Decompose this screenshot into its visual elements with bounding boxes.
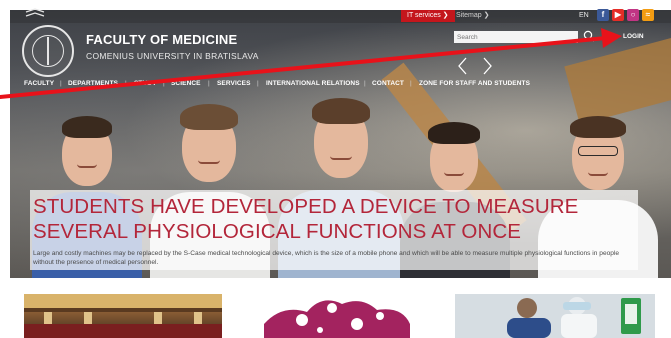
- news-thumbnail-virus[interactable]: [262, 294, 412, 338]
- login-link[interactable]: LOGIN: [623, 33, 644, 40]
- nav-separator: |: [364, 80, 366, 87]
- news-thumbnail-vaccination[interactable]: [455, 294, 655, 338]
- language-label: EN: [579, 12, 589, 19]
- nav-separator: |: [125, 80, 127, 87]
- virus-illustration: [264, 300, 410, 338]
- it-services-link[interactable]: IT services ❯: [401, 10, 455, 22]
- nav-item-services[interactable]: SERVICES: [217, 80, 251, 87]
- glasses-icon: [578, 146, 618, 156]
- nav-item-staff-students-zone[interactable]: ZONE FOR STAFF AND STUDENTS: [419, 80, 530, 87]
- chevron-left-icon[interactable]: [458, 57, 467, 75]
- home-logo-icon[interactable]: [24, 8, 46, 18]
- rss-icon[interactable]: ≈: [642, 9, 654, 21]
- faculty-title[interactable]: FACULTY OF MEDICINE: [86, 32, 237, 47]
- nav-separator: |: [163, 80, 165, 87]
- search-input[interactable]: [454, 31, 578, 43]
- instagram-icon[interactable]: ○: [627, 9, 639, 21]
- university-subtitle: COMENIUS UNIVERSITY IN BRATISLAVA: [86, 51, 259, 61]
- hero-description: Large and costly machines may be replace…: [33, 250, 620, 266]
- search-icon[interactable]: [583, 30, 595, 42]
- nav-separator: |: [410, 80, 412, 87]
- hero-headline[interactable]: STUDENTS HAVE DEVELOPED A DEVICE TO MEAS…: [33, 194, 633, 244]
- chevron-right-icon: ❯: [442, 12, 449, 19]
- nav-item-international-relations[interactable]: INTERNATIONAL RELATIONS: [266, 80, 360, 87]
- vaccination-photo: [455, 294, 655, 338]
- youtube-icon[interactable]: ▶: [612, 9, 624, 21]
- nav-item-contact[interactable]: CONTACT: [372, 80, 404, 87]
- utility-bar: [10, 10, 671, 23]
- language-switcher[interactable]: EN: [579, 10, 589, 22]
- carousel-controls: [458, 57, 492, 75]
- news-thumbnail-auditorium[interactable]: [24, 294, 222, 338]
- staff-of-asclepius-icon: [47, 37, 49, 65]
- sitemap-link[interactable]: Sitemap ❯: [456, 10, 490, 22]
- sitemap-label: Sitemap: [456, 12, 482, 19]
- nav-item-science[interactable]: SCIENCE: [171, 80, 201, 87]
- chevron-right-icon[interactable]: [483, 57, 492, 75]
- it-services-label: IT services: [407, 12, 441, 19]
- faculty-seal-logo[interactable]: [22, 25, 74, 77]
- auditorium-image: [24, 294, 222, 338]
- nav-separator: |: [257, 80, 259, 87]
- nav-item-faculty[interactable]: FACULTY: [24, 80, 54, 87]
- nav-item-departments[interactable]: DEPARTMENTS: [68, 80, 118, 87]
- nav-item-study[interactable]: STUDY: [134, 80, 157, 87]
- chevron-right-icon: ❯: [483, 12, 490, 19]
- nav-separator: |: [208, 80, 210, 87]
- facebook-icon[interactable]: f: [597, 9, 609, 21]
- nav-separator: |: [60, 80, 62, 87]
